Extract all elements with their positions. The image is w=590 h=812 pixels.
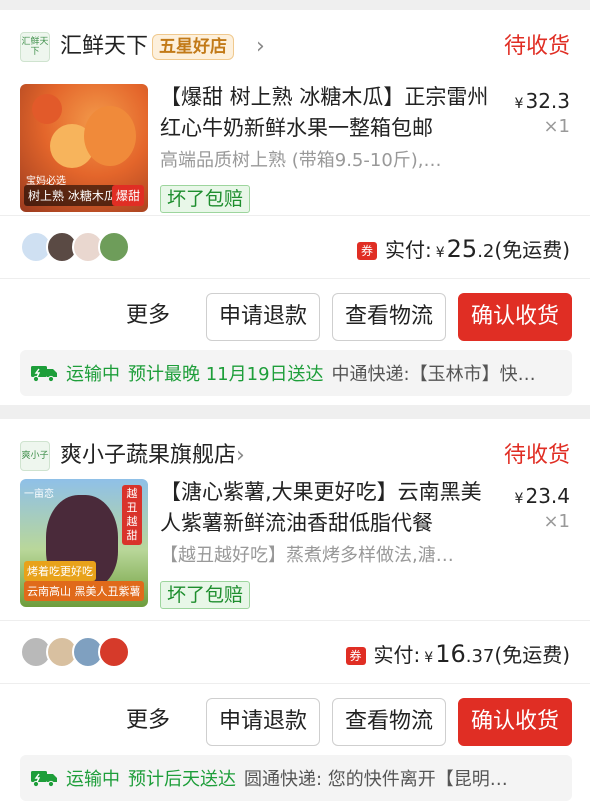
shipping-carrier: 圆通快递: 您的快件离开【昆明…: [244, 769, 508, 790]
voucher-icon: 券: [345, 647, 366, 665]
view-logistics-button[interactable]: 查看物流: [332, 698, 446, 746]
shipping-eta: 预计最晚 11月19日送达: [128, 364, 324, 385]
guarantee-badge: 坏了包赔: [160, 581, 251, 609]
image-caption: 树上熟 冰糖木瓜: [24, 185, 120, 206]
payment-note: (免运费): [494, 238, 570, 262]
product-price: ¥32.3: [515, 88, 570, 117]
shop-badge: 五星好店: [152, 34, 234, 60]
more-button[interactable]: 更多: [108, 293, 188, 341]
product-qty: ×1: [543, 511, 570, 532]
payment-symbol: ¥: [435, 245, 445, 261]
actual-payment: 券 实付: ¥ 25 .2 (免运费): [356, 234, 570, 268]
order-card: 汇鲜天下 汇鲜天下 五星好店 › 待收货 宝妈必选 树上熟 冰糖木瓜 爆甜 【爆…: [0, 10, 590, 405]
chevron-right-icon[interactable]: ›: [256, 32, 265, 62]
more-button[interactable]: 更多: [108, 698, 188, 746]
divider: [0, 683, 590, 684]
product-price: ¥23.4: [515, 483, 570, 512]
shipping-status: 运输中: [66, 769, 120, 790]
payment-amount-int: 16: [435, 640, 466, 668]
product-spec: 【越丑越好吃】蒸煮烤多样做法,溏…: [160, 545, 454, 566]
shipping-status: 运输中: [66, 364, 120, 385]
shipping-eta: 预计后天送达: [128, 769, 236, 790]
shop-name[interactable]: 汇鲜天下: [60, 32, 148, 62]
price-symbol: ¥: [514, 96, 524, 112]
buyer-avatars: [20, 636, 136, 668]
image-caption: 烤着吃更好吃: [24, 561, 96, 581]
payment-symbol: ¥: [424, 650, 434, 666]
price-value: 32.3: [525, 89, 570, 113]
shipping-status-bar[interactable]: 运输中 预计最晚 11月19日送达 中通快递:【玉林市】快…: [20, 350, 572, 396]
image-tag: 爆甜: [111, 185, 144, 206]
papaya-shape: [84, 106, 136, 166]
product-title[interactable]: 【溏心紫薯,大果更好吃】云南黑美人紫薯新鲜流油香甜低脂代餐: [160, 477, 490, 539]
shipping-status-bar[interactable]: 运输中 预计后天送达 圆通快递: 您的快件离开【昆明…: [20, 755, 572, 801]
buyer-avatars: [20, 231, 136, 263]
shop-logo-text: 汇鲜天下: [21, 37, 49, 57]
view-logistics-button[interactable]: 查看物流: [332, 293, 446, 341]
shop-logo-text: 爽小子: [21, 451, 49, 461]
price-value: 23.4: [525, 484, 570, 508]
shop-name[interactable]: 爽小子蔬果旗舰店: [60, 441, 236, 471]
avatar: [98, 636, 130, 668]
product-image[interactable]: 一亩恋 越丑越甜 烤着吃更好吃 云南高山 黑美人丑紫薯: [20, 479, 148, 607]
avatar: [98, 231, 130, 263]
image-small-text: 一亩恋: [24, 489, 54, 500]
order-status: 待收货: [503, 34, 570, 59]
product-title[interactable]: 【爆甜 树上熟 冰糖木瓜】正宗雷州红心牛奶新鲜水果一整箱包邮: [160, 82, 490, 144]
payment-note: (免运费): [494, 643, 570, 667]
payment-label: 实付:: [373, 643, 421, 667]
voucher-icon: 券: [356, 242, 377, 260]
request-refund-button[interactable]: 申请退款: [206, 293, 320, 341]
payment-label: 实付:: [384, 238, 432, 262]
price-symbol: ¥: [514, 491, 524, 507]
actual-payment: 券 实付: ¥ 16 .37 (免运费): [345, 639, 570, 673]
product-image[interactable]: 宝妈必选 树上熟 冰糖木瓜 爆甜: [20, 84, 148, 212]
payment-amount-dec: .2: [477, 241, 495, 262]
shop-logo[interactable]: 汇鲜天下: [20, 32, 50, 62]
shop-logo[interactable]: 爽小子: [20, 441, 50, 471]
shipping-carrier: 中通快递:【玉林市】快…: [331, 364, 536, 385]
truck-icon: [31, 366, 57, 383]
product-spec: 高端品质树上熟 (带箱9.5-10斤),…: [160, 150, 442, 171]
request-refund-button[interactable]: 申请退款: [206, 698, 320, 746]
confirm-receipt-button[interactable]: 确认收货: [458, 698, 572, 746]
confirm-receipt-button[interactable]: 确认收货: [458, 293, 572, 341]
truck-icon: [31, 771, 57, 788]
chevron-right-icon[interactable]: ›: [236, 441, 245, 471]
guarantee-badge: 坏了包赔: [160, 185, 251, 213]
divider: [0, 278, 590, 279]
divider: [0, 620, 590, 621]
divider: [0, 215, 590, 216]
image-tag: 云南高山 黑美人丑紫薯: [24, 581, 144, 601]
order-status: 待收货: [503, 443, 570, 468]
image-vertical-tag: 越丑越甜: [122, 485, 142, 545]
payment-amount-int: 25: [446, 235, 478, 263]
order-card: 爽小子 爽小子蔬果旗舰店 › 待收货 一亩恋 越丑越甜 烤着吃更好吃 云南高山 …: [0, 419, 590, 812]
payment-amount-dec: .37: [465, 646, 495, 667]
product-qty: ×1: [543, 116, 570, 137]
papaya-shape: [32, 94, 62, 124]
